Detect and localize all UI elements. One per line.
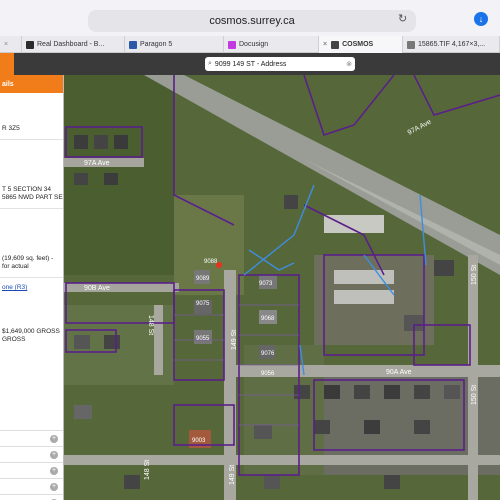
expand-icon[interactable]: +	[50, 435, 58, 443]
accordion-section[interactable]: +	[0, 446, 63, 462]
street-label: 90B Ave	[84, 285, 110, 292]
reload-icon[interactable]: ↻	[398, 13, 410, 25]
browser-tab-strip: × Real Dashboard - B... Paragon 5 Docusi…	[0, 36, 500, 53]
favicon-icon	[26, 40, 34, 49]
address-label: 9055	[196, 336, 210, 342]
street-label: 150 St	[471, 385, 478, 405]
url-text: cosmos.surrey.ca	[209, 15, 295, 27]
tab-label: Paragon 5	[140, 41, 173, 48]
tab-label: Real Dashboard - B...	[37, 41, 105, 48]
close-tab-icon[interactable]: ×	[4, 41, 8, 48]
tab-label: 15865.TIF 4,167×3,...	[418, 41, 486, 48]
address-label: 9073	[259, 281, 273, 287]
address-bar[interactable]: cosmos.surrey.ca	[88, 10, 416, 32]
street-label: 97A Ave	[84, 160, 110, 167]
accordion-section[interactable]: +	[0, 430, 63, 446]
divider	[0, 277, 63, 278]
app-header: ⌕ 9099 149 ST - Address ⊗	[0, 53, 500, 75]
browser-toolbar: cosmos.surrey.ca ↻ ↓	[0, 0, 500, 36]
accordion-section[interactable]: +	[0, 462, 63, 478]
detail-line: R 3Z5	[2, 125, 20, 132]
browser-tab-real-dashboard[interactable]: Real Dashboard - B...	[22, 36, 125, 53]
favicon-icon	[407, 40, 415, 49]
detail-line: T 5 SECTION 34	[2, 186, 52, 193]
address-label: 9003	[192, 438, 206, 444]
divider	[0, 208, 63, 209]
detail-line: $1,649,000 GROSS	[2, 328, 60, 335]
favicon-icon	[129, 40, 137, 49]
favicon-icon	[228, 40, 236, 49]
browser-tab[interactable]: ×	[0, 36, 22, 53]
browser-tab-cosmos[interactable]: × COSMOS	[319, 36, 403, 53]
tab-label: Docusign	[239, 41, 269, 48]
expand-icon[interactable]: +	[50, 467, 58, 475]
detail-line: GROSS	[2, 336, 26, 343]
browser-tab-paragon[interactable]: Paragon 5	[125, 36, 224, 53]
street-label: 149 St	[229, 465, 236, 485]
address-search-box[interactable]: ⌕ 9099 149 ST - Address ⊗	[205, 57, 355, 71]
detail-line: 5865 NWD PART SE	[2, 194, 63, 201]
map-canvas[interactable]: 97A Ave 97A Ave 90B Ave 148 St 149 St 90…	[64, 75, 500, 500]
app-logo[interactable]	[0, 53, 14, 75]
close-tab-icon[interactable]: ×	[323, 41, 327, 48]
aerial-map[interactable]: 97A Ave 97A Ave 90B Ave 148 St 149 St 90…	[64, 75, 500, 500]
street-label: 148 St	[147, 315, 154, 335]
divider	[0, 139, 63, 140]
browser-tab-tif[interactable]: 15865.TIF 4,167×3,...	[403, 36, 500, 53]
download-icon[interactable]: ↓	[474, 12, 488, 26]
address-label: 9076	[261, 351, 275, 357]
address-label: 9068	[261, 316, 275, 322]
address-label: 9075	[196, 301, 210, 307]
clear-search-icon[interactable]: ⊗	[346, 60, 352, 68]
search-icon[interactable]: ⌕	[208, 60, 212, 68]
favicon-icon	[331, 40, 340, 49]
zoning-link[interactable]: one (R3)	[0, 284, 63, 292]
street-label: 90A Ave	[386, 369, 412, 376]
tab-label: COSMOS	[342, 41, 374, 48]
expand-icon[interactable]: +	[50, 483, 58, 491]
panel-title: ails	[2, 80, 14, 88]
street-label: 150 St	[471, 265, 478, 285]
address-label: 9088	[204, 259, 218, 265]
expand-icon[interactable]: +	[50, 451, 58, 459]
street-label: 149 St	[231, 330, 238, 350]
property-details-panel: ails R 3Z5 T 5 SECTION 34 5865 NWD PART …	[0, 75, 64, 500]
accordion-section[interactable]: +	[0, 478, 63, 494]
address-label: 9056	[261, 371, 275, 377]
panel-header: ails	[0, 75, 63, 93]
detail-line: for actual	[2, 263, 29, 270]
browser-tab-docusign[interactable]: Docusign	[224, 36, 319, 53]
search-input[interactable]: 9099 149 ST - Address	[215, 61, 346, 68]
address-label: 9089	[196, 276, 210, 282]
accordion-section[interactable]: +	[0, 494, 63, 500]
detail-line: (19,609 sq. feet) -	[2, 255, 54, 262]
street-label: 148 St	[144, 460, 151, 480]
